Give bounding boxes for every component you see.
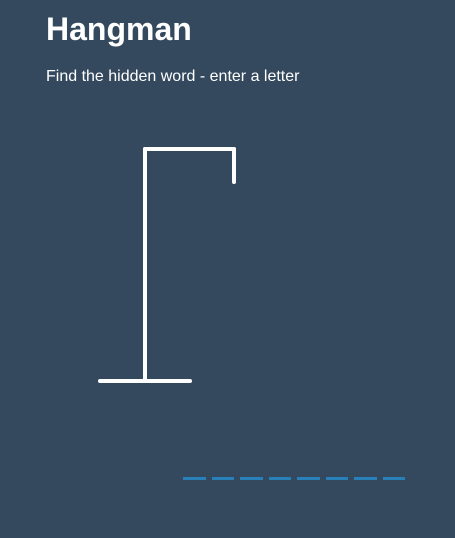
letter-blank [382,477,405,480]
letter-blank [354,477,377,480]
letter-blank [183,477,206,480]
gallows-figure [98,147,236,383]
letter-blank [240,477,263,480]
letter-blank [297,477,320,480]
hidden-word [183,477,405,480]
letter-blank [325,477,348,480]
letter-blank [268,477,291,480]
letter-blank [211,477,234,480]
